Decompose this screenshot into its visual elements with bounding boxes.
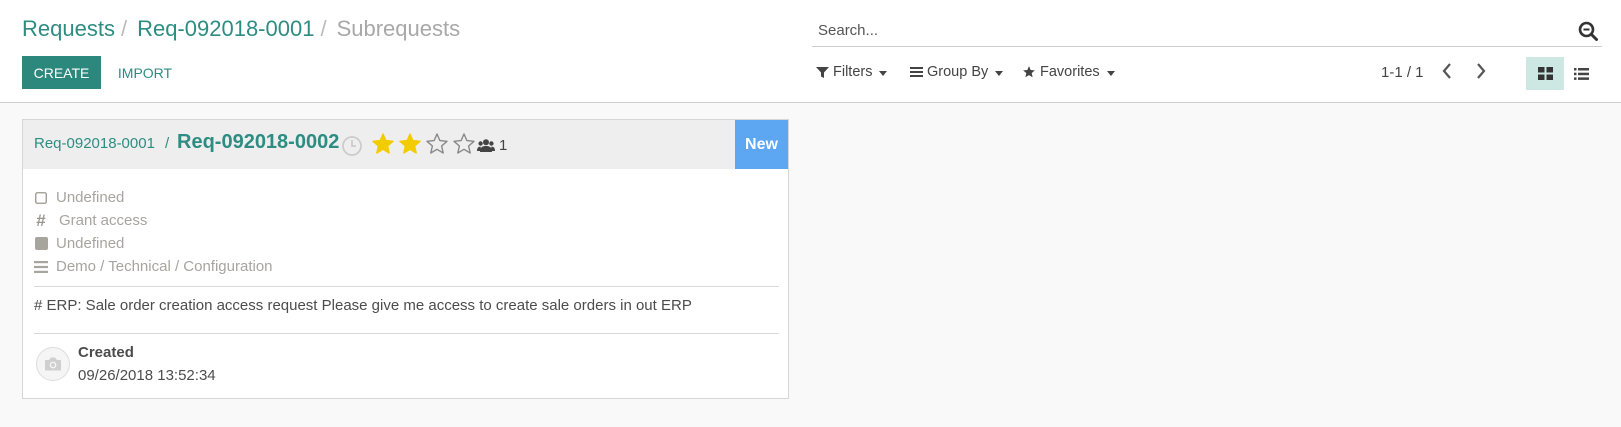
- import-button[interactable]: IMPORT: [108, 56, 182, 89]
- caret-down-icon: [879, 70, 888, 76]
- users-icon: [477, 139, 495, 152]
- checkbox-icon: [34, 191, 48, 205]
- filter-icon: [816, 66, 829, 78]
- field-value: Undefined: [56, 189, 125, 206]
- breadcrumb-separator: /: [120, 16, 128, 41]
- stage-badge: New: [735, 120, 788, 169]
- search-bar: [812, 16, 1602, 47]
- description: # ERP: Sale order creation access reques…: [34, 297, 692, 314]
- pager-value[interactable]: 1-1 / 1: [1381, 64, 1424, 81]
- star-empty-icon[interactable]: [425, 132, 449, 156]
- request-card[interactable]: Req-092018-0001 / Req-092018-0002 1 New …: [22, 119, 789, 399]
- list-icon: [1573, 67, 1589, 80]
- star-filled-icon[interactable]: [371, 132, 395, 156]
- search-input[interactable]: [818, 16, 1558, 44]
- pager-next-icon[interactable]: [1475, 62, 1487, 85]
- control-panel: Requests / Req-092018-0001/Subrequests CRE…: [0, 0, 1621, 103]
- created-label: Created: [78, 344, 134, 361]
- star-empty-icon[interactable]: [452, 132, 476, 156]
- breadcrumb-separator: /: [320, 16, 327, 41]
- caret-down-icon: [995, 70, 1004, 76]
- breadcrumb-requests[interactable]: Requests: [22, 16, 115, 41]
- create-button[interactable]: CREATE: [22, 56, 101, 89]
- star-icon: [1023, 66, 1035, 78]
- hashtag-icon: #: [36, 210, 46, 230]
- followers-count: 1: [499, 137, 508, 154]
- created-date: 09/26/2018 13:52:34: [78, 367, 216, 384]
- divider: [34, 333, 779, 334]
- field-value: Demo / Technical / Configuration: [56, 258, 273, 275]
- grid-icon: [1537, 67, 1553, 80]
- bars-icon: [910, 67, 923, 77]
- field-row: # Grant access: [34, 210, 148, 230]
- star-filled-icon[interactable]: [398, 132, 422, 156]
- favorites-dropdown[interactable]: Favorites: [1022, 64, 1115, 80]
- filters-label: Filters: [833, 64, 873, 80]
- field-row: Demo / Technical / Configuration: [34, 258, 273, 275]
- list-view-button[interactable]: [1562, 57, 1600, 90]
- breadcrumb-parent-request[interactable]: Req-092018-0001: [137, 16, 314, 41]
- square-icon: [34, 237, 48, 251]
- breadcrumb: Requests / Req-092018-0001/Subrequests: [22, 16, 460, 42]
- card-header: Req-092018-0001 / Req-092018-0002 1 New: [23, 120, 788, 169]
- clock-icon[interactable]: [341, 135, 363, 162]
- followers[interactable]: 1: [477, 137, 507, 154]
- kanban-view-button[interactable]: [1526, 57, 1564, 90]
- breadcrumb-current: Subrequests: [336, 16, 461, 41]
- field-row: Undefined: [34, 235, 124, 252]
- avatar: [36, 347, 70, 381]
- pager-previous-icon[interactable]: [1441, 62, 1453, 85]
- caret-down-icon: [1106, 70, 1115, 76]
- camera-icon: [45, 357, 61, 371]
- field-row: Undefined: [34, 189, 124, 206]
- group-by-label: Group By: [927, 64, 989, 80]
- bars-icon: [34, 260, 48, 274]
- card-title[interactable]: Req-092018-0002: [177, 131, 339, 154]
- parent-request-link[interactable]: Req-092018-0001: [34, 135, 155, 152]
- field-value: Grant access: [59, 212, 148, 229]
- title-separator: /: [165, 135, 170, 152]
- filters-dropdown[interactable]: Filters: [816, 64, 888, 80]
- divider: [34, 286, 779, 287]
- favorites-label: Favorites: [1040, 64, 1100, 80]
- search-icon[interactable]: [1578, 21, 1598, 46]
- priority-stars[interactable]: [371, 132, 476, 156]
- field-value: Undefined: [56, 235, 125, 252]
- group-by-dropdown[interactable]: Group By: [910, 64, 1004, 80]
